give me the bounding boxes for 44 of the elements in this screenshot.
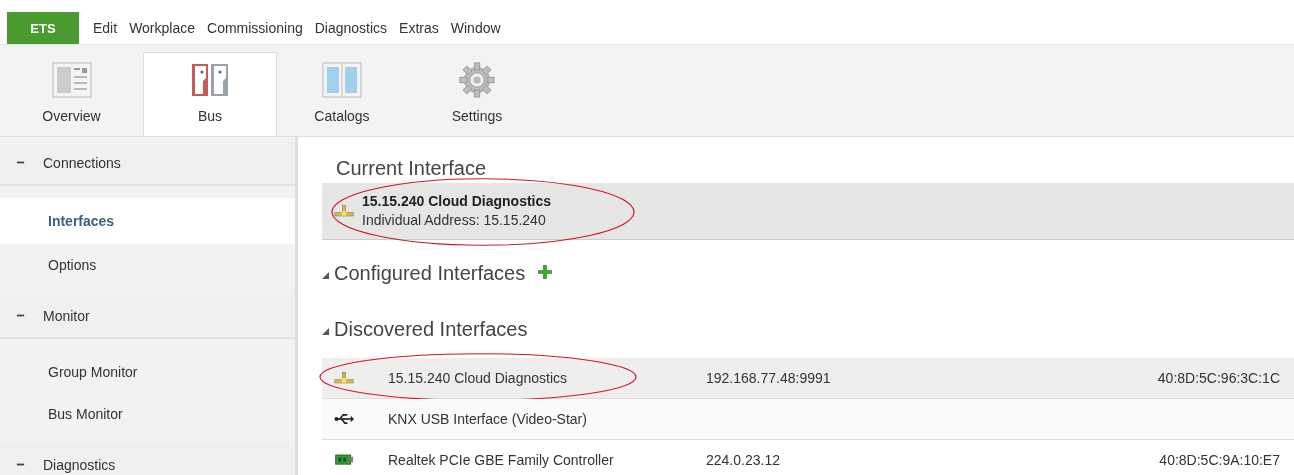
network-icon bbox=[334, 203, 354, 219]
section-label: Discovered Interfaces bbox=[334, 317, 528, 341]
mac-address: 40:8D:5C:9A:10:E7 bbox=[1159, 452, 1280, 468]
section-title[interactable]: Configured Interfaces bbox=[322, 258, 526, 288]
sidebar-item[interactable]: Interfaces bbox=[0, 198, 295, 244]
menu-item[interactable]: Diagnostics bbox=[314, 20, 388, 36]
section-label: Configured Interfaces bbox=[334, 261, 526, 285]
network-card-icon bbox=[334, 452, 354, 468]
settings-icon bbox=[457, 62, 497, 98]
expanded-icon[interactable] bbox=[322, 271, 329, 279]
sidebar-item[interactable]: Options bbox=[0, 244, 295, 286]
interface-address: 224.0.23.12 bbox=[706, 452, 781, 468]
section-title[interactable]: Discovered Interfaces bbox=[322, 314, 1294, 344]
ribbon-tab[interactable]: Catalogs bbox=[287, 52, 397, 136]
interface-row[interactable]: KNX USB Interface (Video-Star) bbox=[322, 399, 1294, 440]
interface-name: 15.15.240 Cloud Diagnostics bbox=[388, 370, 568, 386]
expanded-icon[interactable] bbox=[322, 327, 329, 335]
usb-icon bbox=[334, 411, 354, 427]
book-icon bbox=[322, 62, 362, 98]
ribbon-tab[interactable]: Bus bbox=[143, 52, 277, 136]
building-sections-icon bbox=[190, 62, 230, 98]
group-label: Monitor bbox=[43, 307, 90, 324]
interface-name: Realtek PCIe GBE Family Controller bbox=[388, 452, 615, 468]
interface-address: 192.168.77.48:9991 bbox=[706, 370, 832, 386]
mac-address: 40:8D:5C:96:3C:1C bbox=[1157, 370, 1280, 386]
add-icon[interactable] bbox=[537, 263, 554, 280]
menu-item[interactable]: Window bbox=[450, 20, 501, 36]
menu-item[interactable]: Edit bbox=[93, 20, 118, 36]
section-title: Current Interface bbox=[336, 155, 488, 181]
network-icon bbox=[334, 370, 354, 386]
group-label: Connections bbox=[43, 154, 121, 171]
interface-name: KNX USB Interface (Video-Star) bbox=[388, 411, 588, 427]
menu-item[interactable]: Extras bbox=[399, 20, 439, 36]
group-label: Diagnostics bbox=[43, 456, 116, 473]
menu-item[interactable]: Commissioning bbox=[207, 20, 303, 36]
ribbon-tab[interactable]: Overview bbox=[0, 52, 143, 136]
document-icon bbox=[51, 62, 92, 98]
interface-name: 15.15.240 Cloud Diagnostics bbox=[362, 192, 552, 211]
ribbon-tab[interactable]: Settings bbox=[427, 52, 527, 136]
sidebar-item[interactable]: Bus Monitor bbox=[0, 393, 295, 435]
sidebar-item[interactable]: Group Monitor bbox=[0, 351, 295, 393]
interface-address: Individual Address: 15.15.240 bbox=[362, 211, 547, 230]
menu-item[interactable]: Workplace bbox=[129, 20, 195, 36]
interface-row[interactable]: Realtek PCIe GBE Family Controller 224.0.23.12 40:8D:5C:9A:10:E7 bbox=[322, 440, 1294, 475]
